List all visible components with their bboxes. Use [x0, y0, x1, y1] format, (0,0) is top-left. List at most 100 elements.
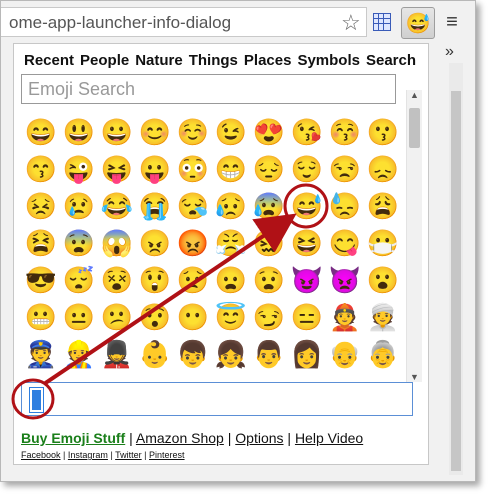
emoji-cell[interactable]: 😨: [60, 225, 98, 262]
emoji-cell[interactable]: 😪: [174, 188, 212, 225]
emoji-cell[interactable]: 😢: [60, 188, 98, 225]
emoji-search-input[interactable]: [21, 74, 396, 104]
emoji-cell[interactable]: 😜: [60, 151, 98, 188]
emoji-cell[interactable]: 😙: [22, 151, 60, 188]
emoji-cell[interactable]: 😛: [136, 151, 174, 188]
pinterest-link[interactable]: Pinterest: [149, 450, 185, 460]
tab-search[interactable]: Search: [366, 52, 416, 69]
emoji-cell[interactable]: 😩: [364, 188, 402, 225]
emoji-cell[interactable]: 😧: [250, 262, 288, 299]
emoji-cell[interactable]: 👵: [364, 336, 402, 370]
scroll-up-icon[interactable]: ▲: [410, 90, 419, 100]
emoji-cell[interactable]: 😶: [174, 299, 212, 336]
emoji-cell[interactable]: ☺️: [174, 114, 212, 151]
tab-nature[interactable]: Nature: [135, 52, 183, 69]
emoji-cell[interactable]: 👴: [326, 336, 364, 370]
emoji-cell[interactable]: 😉: [212, 114, 250, 151]
emoji-extension-button[interactable]: 😅: [401, 7, 435, 39]
emoji-cell[interactable]: 😬: [22, 299, 60, 336]
help-video-link[interactable]: Help Video: [295, 430, 363, 446]
emoji-cell[interactable]: 😚: [326, 114, 364, 151]
buy-emoji-stuff-link[interactable]: Buy Emoji Stuff: [21, 430, 125, 446]
emoji-cell[interactable]: 😊: [136, 114, 174, 151]
emoji-cell[interactable]: 😅: [288, 188, 326, 225]
emoji-cell[interactable]: 😲: [136, 262, 174, 299]
emoji-cell[interactable]: 😫: [22, 225, 60, 262]
options-link[interactable]: Options: [235, 430, 283, 446]
emoji-cell[interactable]: 😒: [326, 151, 364, 188]
tab-things[interactable]: Things: [189, 52, 238, 69]
emoji-cell[interactable]: 👿: [326, 262, 364, 299]
emoji-cell[interactable]: 😄: [22, 114, 60, 151]
emoji-cell[interactable]: 😭: [136, 188, 174, 225]
emoji-cell[interactable]: 😍: [250, 114, 288, 151]
emoji-cell[interactable]: 😌: [288, 151, 326, 188]
instagram-link[interactable]: Instagram: [68, 450, 108, 460]
emoji-cell[interactable]: 👲: [326, 299, 364, 336]
emoji-cell[interactable]: 😯: [136, 299, 174, 336]
emoji-cell[interactable]: 😎: [22, 262, 60, 299]
emoji-cell[interactable]: 😦: [212, 262, 250, 299]
tab-places[interactable]: Places: [244, 52, 292, 69]
emoji-cell[interactable]: 👶: [136, 336, 174, 370]
emoji-cell[interactable]: 😃: [60, 114, 98, 151]
tab-symbols[interactable]: Symbols: [297, 52, 360, 69]
emoji-cell[interactable]: 😤: [212, 225, 250, 262]
menu-icon[interactable]: ≡: [439, 9, 465, 35]
emoji-cell[interactable]: 😂: [98, 188, 136, 225]
emoji-cell[interactable]: 💂: [98, 336, 136, 370]
emoji-grid-scrollbar[interactable]: ▲ ▼: [406, 90, 422, 382]
emoji-cell[interactable]: 👷: [60, 336, 98, 370]
twitter-link[interactable]: Twitter: [115, 450, 142, 460]
calendar-extension-icon[interactable]: [369, 9, 395, 35]
emoji-cell[interactable]: 😮: [364, 262, 402, 299]
emoji-output-field[interactable]: [21, 382, 413, 416]
emoji-cell[interactable]: 😡: [174, 225, 212, 262]
emoji-cell[interactable]: 😆: [288, 225, 326, 262]
emoji-cell[interactable]: 😠: [136, 225, 174, 262]
emoji-cell[interactable]: 😔: [250, 151, 288, 188]
emoji-cell[interactable]: 😈: [288, 262, 326, 299]
emoji-cell[interactable]: 👮: [22, 336, 60, 370]
emoji-cell[interactable]: 😰: [250, 188, 288, 225]
emoji-cell[interactable]: 😱: [98, 225, 136, 262]
emoji-cell[interactable]: 👳: [364, 299, 402, 336]
emoji-cell[interactable]: 😣: [22, 188, 60, 225]
emoji-cell[interactable]: 😋: [326, 225, 364, 262]
amazon-shop-link[interactable]: Amazon Shop: [136, 430, 224, 446]
tab-recent[interactable]: Recent: [24, 52, 74, 69]
url-text: ome-app-launcher-info-dialog: [9, 13, 232, 32]
emoji-cell[interactable]: 😴: [60, 262, 98, 299]
emoji-cell[interactable]: 😗: [364, 114, 402, 151]
emoji-cell[interactable]: 😷: [364, 225, 402, 262]
emoji-cell[interactable]: 👦: [174, 336, 212, 370]
tab-people[interactable]: People: [80, 52, 129, 69]
emoji-cell[interactable]: 😥: [212, 188, 250, 225]
scroll-down-icon[interactable]: ▼: [410, 372, 419, 382]
address-bar[interactable]: ome-app-launcher-info-dialog ☆: [1, 7, 367, 37]
chevron-right-icon[interactable]: »: [445, 43, 454, 61]
emoji-cell[interactable]: 😁: [212, 151, 250, 188]
emoji-cell[interactable]: 😖: [250, 225, 288, 262]
emoji-cell[interactable]: 😝: [98, 151, 136, 188]
emoji-cell[interactable]: 😘: [288, 114, 326, 151]
emoji-cell[interactable]: 😓: [326, 188, 364, 225]
emoji-cell[interactable]: 😳: [174, 151, 212, 188]
emoji-cell[interactable]: 😕: [98, 299, 136, 336]
emoji-cell[interactable]: 😏: [250, 299, 288, 336]
emoji-cell[interactable]: 😐: [60, 299, 98, 336]
emoji-cell[interactable]: 👨: [250, 336, 288, 370]
emoji-cell[interactable]: 😟: [174, 262, 212, 299]
star-icon[interactable]: ☆: [341, 10, 361, 36]
emoji-cell[interactable]: 👧: [212, 336, 250, 370]
emoji-cell[interactable]: 👩: [288, 336, 326, 370]
scrollbar-thumb[interactable]: [409, 108, 420, 148]
page-scrollbar-thumb[interactable]: [451, 91, 461, 471]
emoji-cell[interactable]: 😑: [288, 299, 326, 336]
emoji-cell[interactable]: 😇: [212, 299, 250, 336]
emoji-cell[interactable]: 😀: [98, 114, 136, 151]
page-scrollbar[interactable]: [449, 63, 463, 475]
emoji-cell[interactable]: 😵: [98, 262, 136, 299]
emoji-cell[interactable]: 😞: [364, 151, 402, 188]
facebook-link[interactable]: Facebook: [21, 450, 61, 460]
